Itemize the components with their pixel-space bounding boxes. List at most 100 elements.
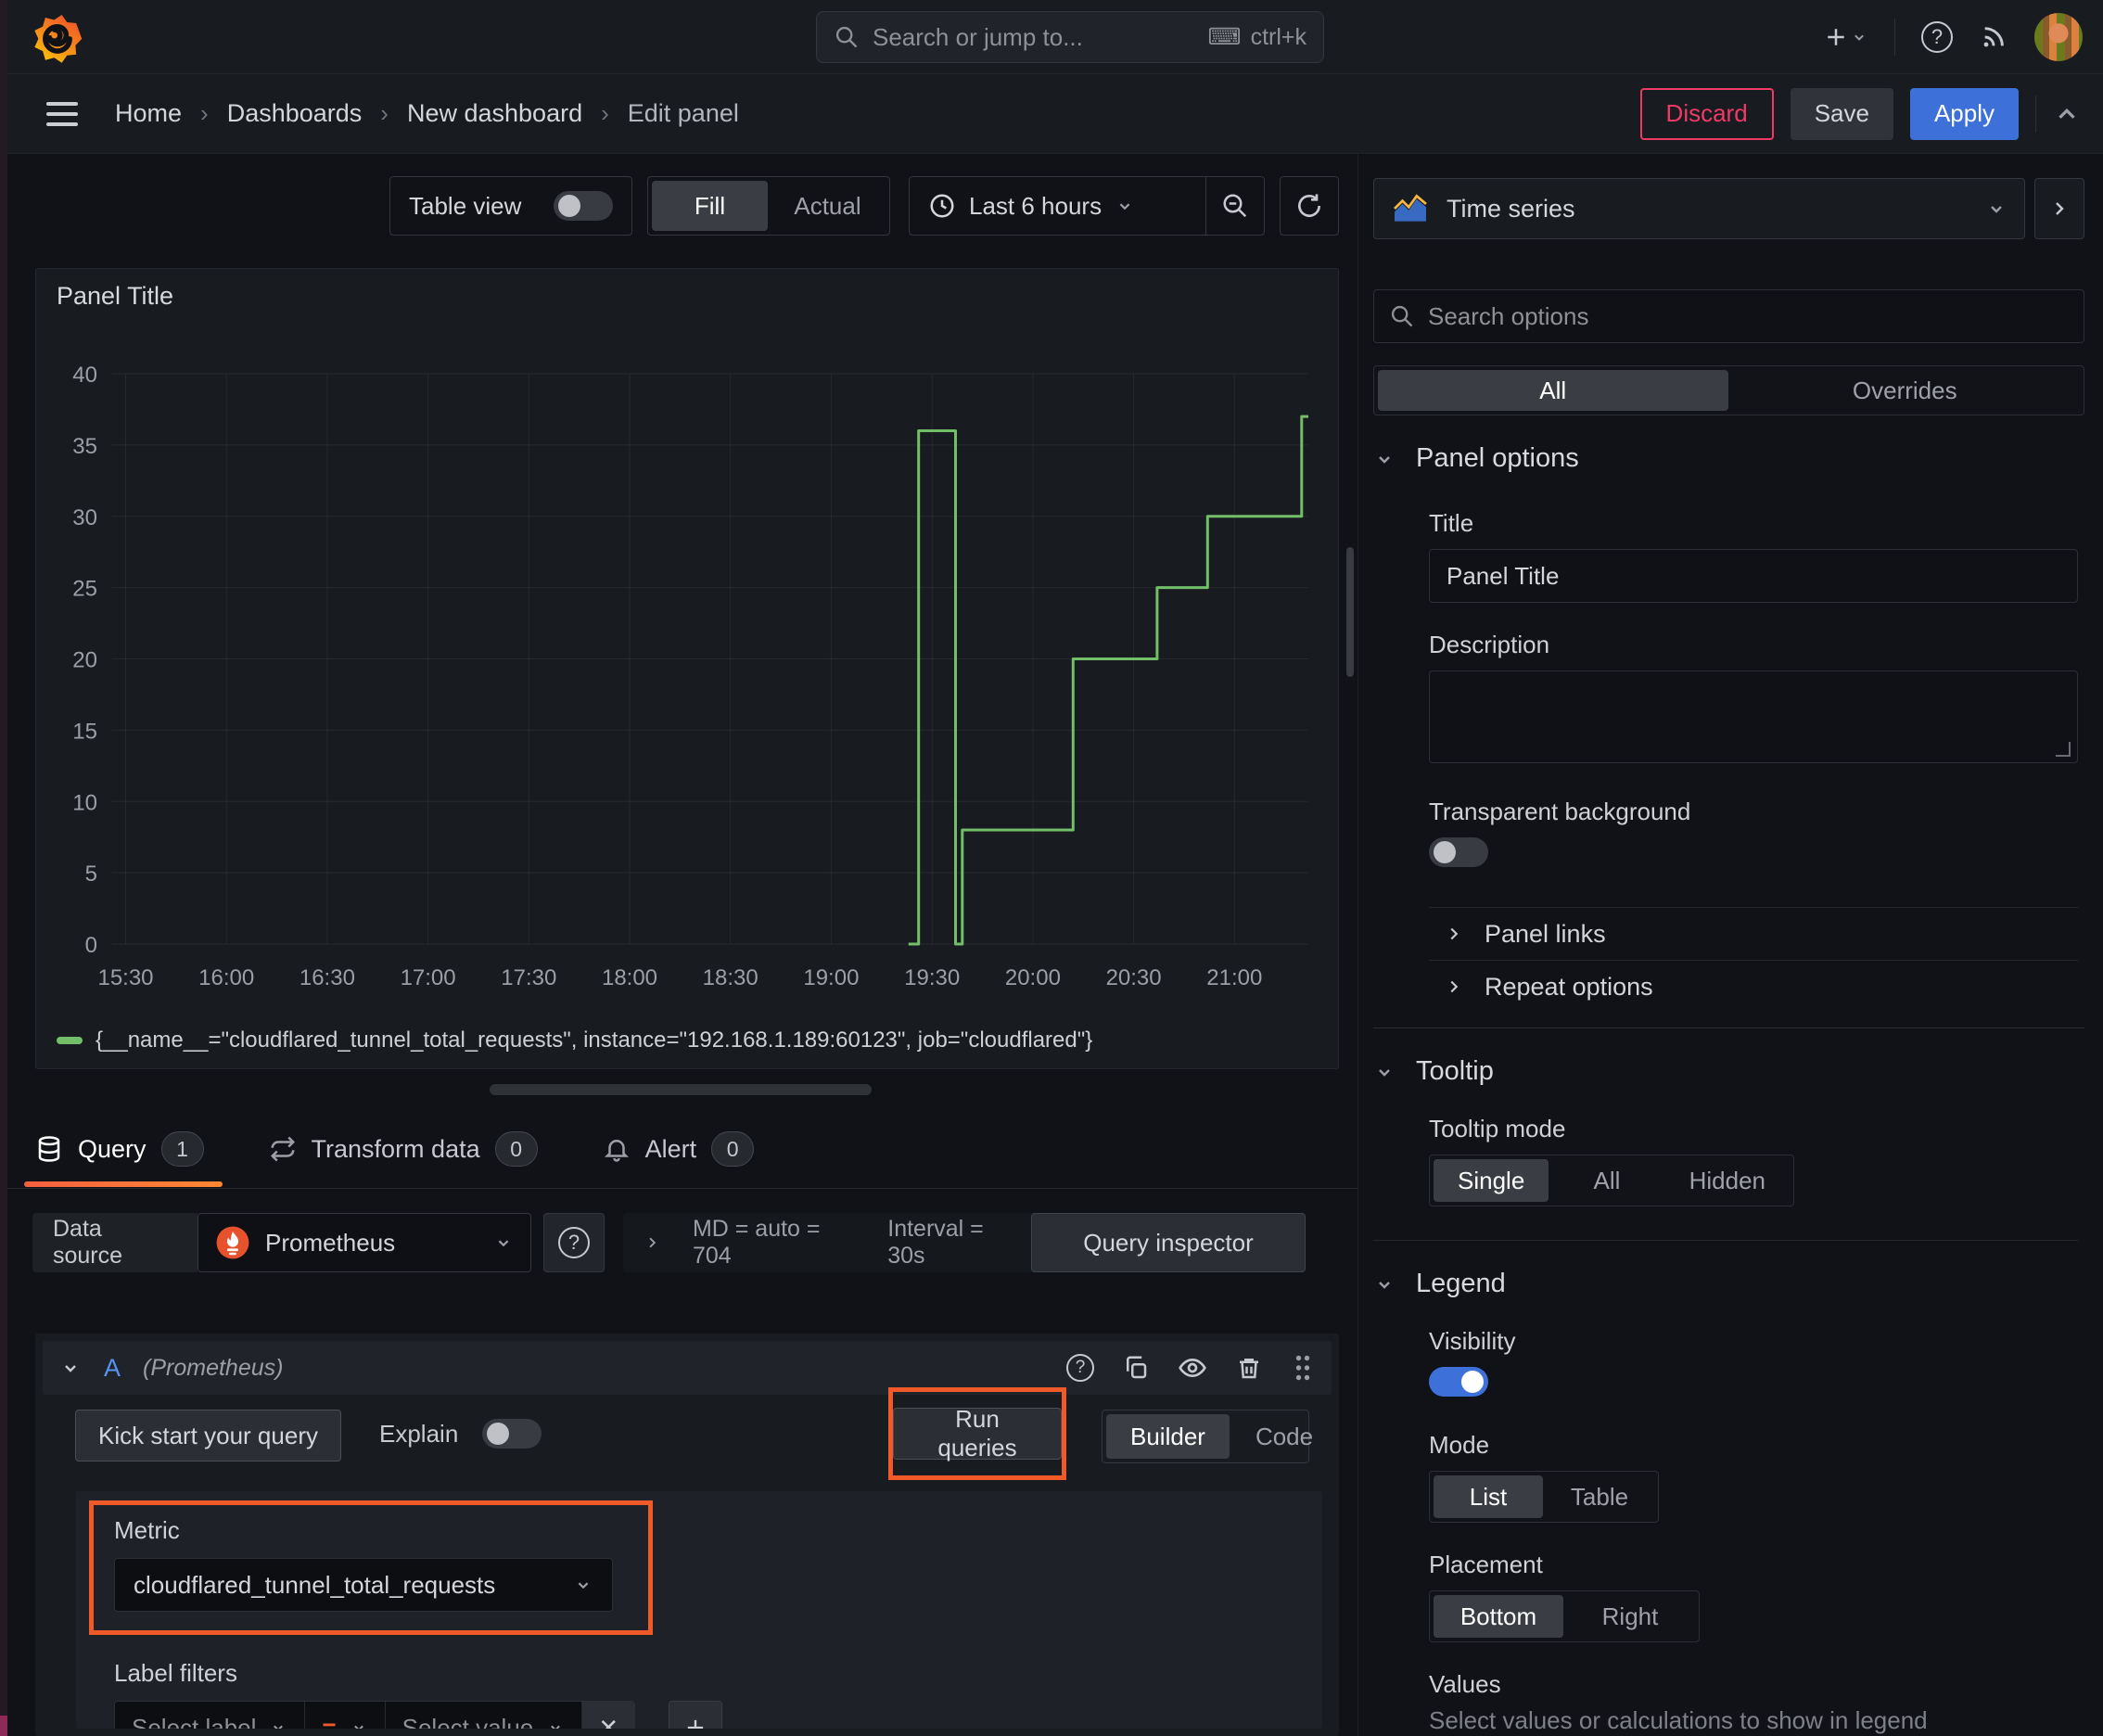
- select-value-dropdown[interactable]: Select value: [386, 1702, 583, 1729]
- table-view-label: Table view: [409, 191, 522, 220]
- search-options-input[interactable]: [1428, 301, 2069, 331]
- eye-icon: [1179, 1358, 1206, 1378]
- query-ref-id: A: [104, 1353, 121, 1382]
- svg-text:40: 40: [72, 363, 97, 388]
- chevron-down-icon: [1991, 206, 2002, 213]
- legend-list-option[interactable]: List: [1434, 1475, 1543, 1518]
- breadcrumb-edit-panel: Edit panel: [627, 99, 739, 127]
- svg-text:20:30: 20:30: [1106, 965, 1162, 990]
- breadcrumb-dashboards[interactable]: Dashboards: [227, 99, 363, 128]
- user-avatar[interactable]: [2034, 13, 2083, 61]
- search-placeholder: Search or jump to...: [873, 22, 1083, 51]
- tooltip-heading[interactable]: Tooltip: [1373, 1056, 2084, 1087]
- news-feed-button[interactable]: [1979, 22, 2008, 52]
- panel-links-row[interactable]: Panel links: [1444, 908, 2084, 960]
- actions-divider: [2035, 95, 2036, 133]
- breadcrumb-bar: Home › Dashboards › New dashboard › Edit…: [7, 74, 2103, 154]
- code-option[interactable]: Code: [1231, 1414, 1337, 1459]
- query-builder-body: Metric cloudflared_tunnel_total_requests…: [76, 1491, 1322, 1729]
- panel-title-input[interactable]: [1429, 549, 2078, 603]
- legend-table-option[interactable]: Table: [1545, 1475, 1654, 1518]
- time-series-chart[interactable]: 0 5 10 15 20 25 30 35 40 15:30 16:00 16:30 17:00 17:3…: [36, 269, 1340, 1011]
- panel-resize-handle[interactable]: [490, 1084, 872, 1095]
- copy-icon: [1127, 1356, 1147, 1379]
- collapse-options-button[interactable]: [2034, 178, 2084, 239]
- explain-toggle[interactable]: [482, 1419, 542, 1449]
- global-search-input[interactable]: Search or jump to... ⌨ ctrl+k: [816, 11, 1324, 63]
- legend-heading[interactable]: Legend: [1373, 1269, 2084, 1299]
- all-option[interactable]: All: [1378, 370, 1728, 411]
- run-queries-button[interactable]: Run queries: [893, 1405, 1062, 1462]
- label-filter-row: Select label = Select value ✕: [114, 1701, 636, 1729]
- breadcrumb-home[interactable]: Home: [115, 99, 182, 128]
- query-row-header[interactable]: A (Prometheus) ?: [43, 1341, 1332, 1395]
- svg-text:17:30: 17:30: [501, 965, 556, 990]
- description-textarea[interactable]: [1429, 670, 2078, 763]
- tooltip-hidden-option[interactable]: Hidden: [1665, 1159, 1790, 1202]
- menu-toggle-button[interactable]: [46, 101, 78, 126]
- interval: Interval = 30s: [887, 1216, 984, 1269]
- discard-button[interactable]: Discard: [1639, 87, 1774, 140]
- alert-count-badge: 0: [711, 1131, 755, 1167]
- transparent-background-toggle[interactable]: [1429, 837, 1488, 867]
- builder-code-switch: Builder Code: [1102, 1410, 1313, 1463]
- fill-option[interactable]: Fill: [652, 181, 768, 231]
- legend-placement-label: Placement: [1429, 1551, 1543, 1578]
- nav-right-cluster: ?: [1822, 0, 2083, 74]
- hide-query-button[interactable]: [1178, 1353, 1207, 1383]
- query-inspector-button[interactable]: Query inspector: [1031, 1213, 1306, 1272]
- select-label-dropdown[interactable]: Select label: [115, 1702, 306, 1729]
- duplicate-query-button[interactable]: [1122, 1354, 1150, 1382]
- panel-options-heading[interactable]: Panel options: [1373, 443, 2084, 474]
- placement-bottom-option[interactable]: Bottom: [1434, 1595, 1563, 1638]
- window-edge-strip: [0, 0, 7, 1736]
- overrides-option[interactable]: Overrides: [1730, 370, 2081, 411]
- visualization-name: Time series: [1447, 194, 1575, 223]
- chevron-right-icon: [649, 1237, 656, 1248]
- add-filter-button[interactable]: [669, 1701, 723, 1729]
- table-view-toggle[interactable]: [554, 191, 613, 221]
- tab-alert[interactable]: Alert 0: [603, 1118, 755, 1180]
- new-menu-button[interactable]: [1822, 23, 1868, 51]
- builder-option[interactable]: Builder: [1106, 1414, 1230, 1459]
- tab-query[interactable]: Query 1: [24, 1118, 223, 1187]
- query-help-button[interactable]: ?: [1066, 1354, 1094, 1382]
- breadcrumb-new-dashboard[interactable]: New dashboard: [407, 99, 582, 128]
- legend-visibility-toggle[interactable]: [1429, 1367, 1488, 1397]
- label-filters: Label filters Select label = Select valu…: [114, 1659, 1322, 1729]
- metric-select[interactable]: cloudflared_tunnel_total_requests: [114, 1558, 613, 1612]
- repeat-options-row[interactable]: Repeat options: [1444, 961, 2084, 1013]
- delete-query-button[interactable]: [1235, 1354, 1263, 1382]
- help-button[interactable]: ?: [1921, 21, 1953, 53]
- datasource-select[interactable]: Prometheus: [198, 1213, 531, 1272]
- breadcrumb-separator-icon: ›: [380, 99, 389, 127]
- placement-right-option[interactable]: Right: [1565, 1595, 1695, 1638]
- save-button[interactable]: Save: [1790, 87, 1893, 140]
- chevron-down-icon: [1379, 1068, 1390, 1077]
- chart-legend[interactable]: {__name__="cloudflared_tunnel_total_requ…: [57, 1028, 1092, 1053]
- zoom-out-button[interactable]: [1206, 177, 1264, 235]
- actual-option[interactable]: Actual: [770, 181, 886, 231]
- options-sidebar: Time series All Overrides Panel options …: [1358, 154, 2103, 1736]
- visualization-select[interactable]: Time series: [1373, 178, 2025, 239]
- tooltip-single-option[interactable]: Single: [1434, 1159, 1549, 1202]
- remove-filter-button[interactable]: ✕: [582, 1702, 635, 1729]
- scrollbar-thumb[interactable]: [1346, 547, 1354, 677]
- drag-handle[interactable]: [1291, 1354, 1315, 1382]
- collapse-header-button[interactable]: [2053, 100, 2081, 128]
- operator-dropdown[interactable]: =: [305, 1702, 386, 1729]
- tab-transform-data[interactable]: Transform data 0: [269, 1118, 538, 1180]
- grafana-logo-icon[interactable]: [30, 9, 85, 65]
- chevron-down-icon: [1854, 34, 1864, 41]
- tooltip-all-option[interactable]: All: [1550, 1159, 1663, 1202]
- query-options-summary[interactable]: MD = auto = 704 Interval = 30s: [623, 1213, 1040, 1272]
- textarea-resize-handle[interactable]: [2056, 742, 2071, 757]
- kick-start-query-button[interactable]: Kick start your query: [75, 1410, 341, 1462]
- time-range-picker[interactable]: Last 6 hours: [910, 177, 1205, 235]
- svg-text:15:30: 15:30: [97, 965, 153, 990]
- apply-button[interactable]: Apply: [1909, 87, 2019, 140]
- refresh-button[interactable]: [1280, 176, 1339, 236]
- chevron-down-icon: [353, 1725, 363, 1729]
- plus-icon: [688, 1719, 704, 1729]
- datasource-help-button[interactable]: ?: [543, 1213, 605, 1272]
